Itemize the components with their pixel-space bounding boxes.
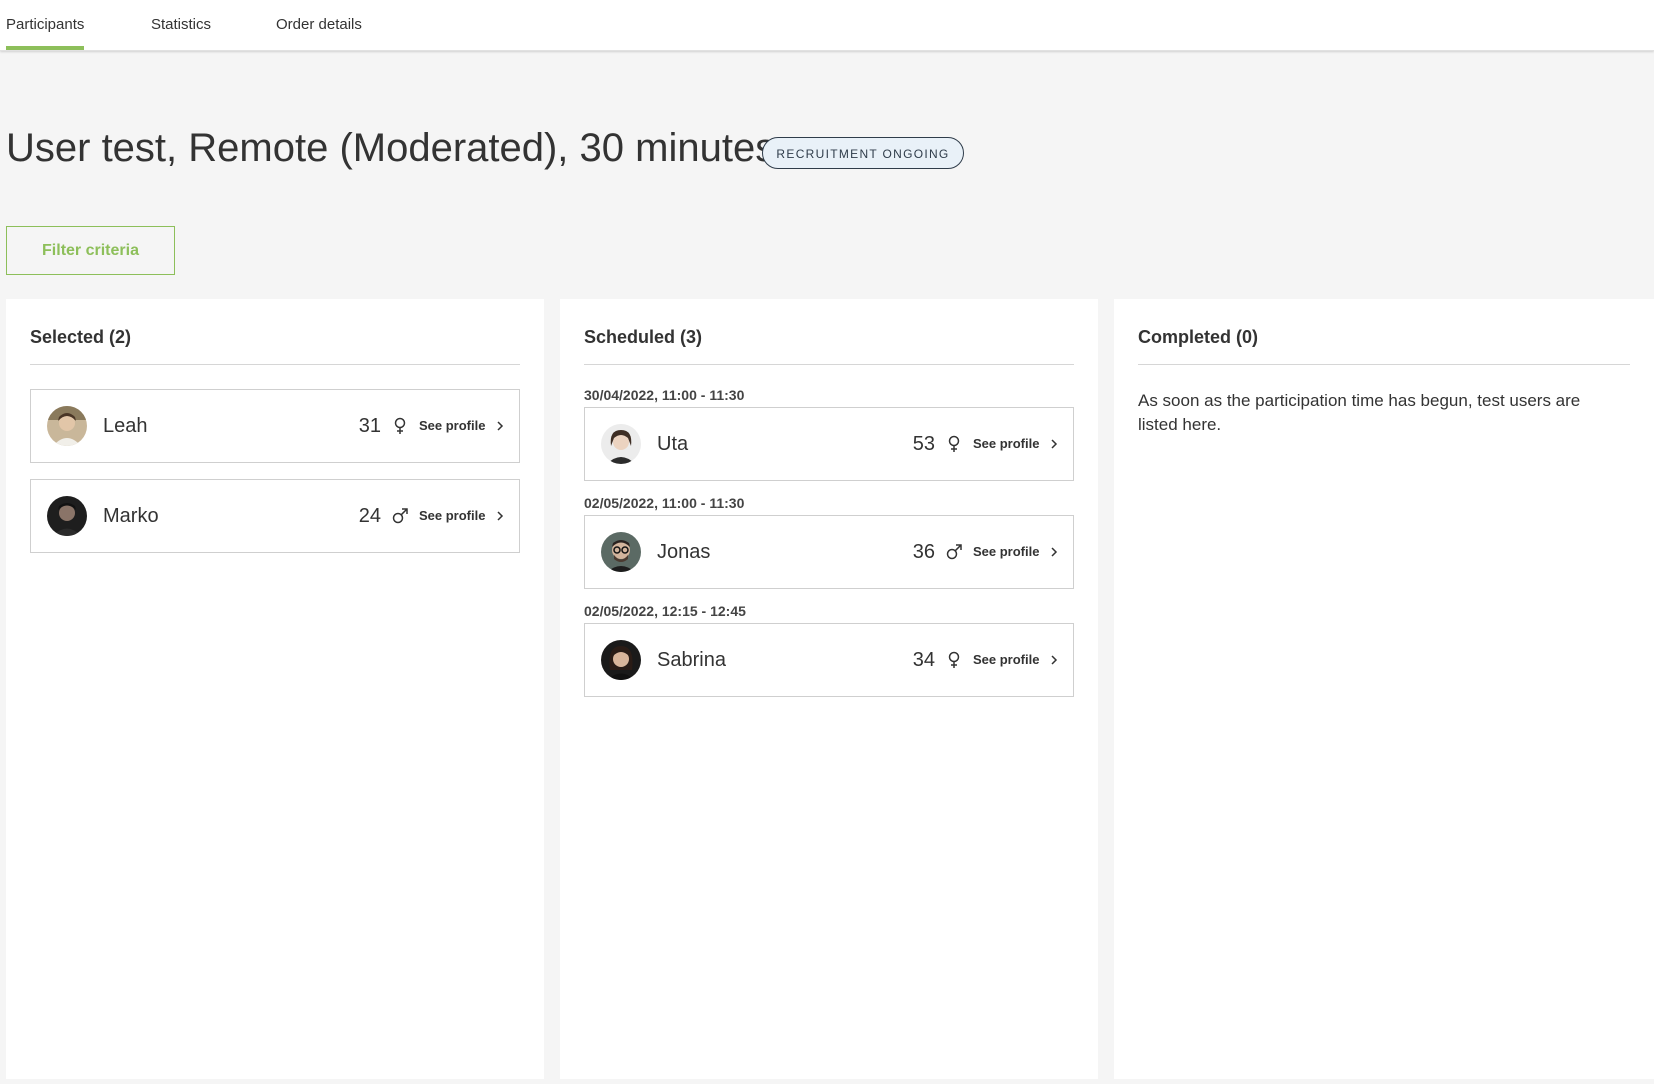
empty-state-message: As soon as the participation time has be… bbox=[1138, 391, 1581, 434]
participant-age: 53 bbox=[912, 433, 935, 455]
filter-criteria-button[interactable]: Filter criteria bbox=[6, 226, 175, 275]
see-profile-link[interactable]: See profile bbox=[973, 624, 1039, 696]
female-icon bbox=[394, 417, 406, 434]
participant-card-leah[interactable]: Leah 31 See profile bbox=[30, 389, 520, 463]
column-header-selected: Selected (2) bbox=[30, 327, 132, 347]
male-icon bbox=[946, 544, 962, 560]
female-icon bbox=[948, 435, 960, 452]
see-profile-link[interactable]: See profile bbox=[419, 390, 485, 462]
participant-card-marko[interactable]: Marko 24 See profile bbox=[30, 479, 520, 553]
divider bbox=[30, 364, 520, 365]
participant-name: Marko bbox=[103, 505, 159, 527]
column-header-scheduled: Scheduled (3) bbox=[584, 327, 703, 347]
female-icon bbox=[948, 651, 960, 668]
chevron-right-icon bbox=[1051, 439, 1058, 449]
male-icon bbox=[392, 508, 408, 524]
slot-time: 02/05/2022, 12:15 - 12:45 bbox=[584, 603, 746, 619]
slot-time: 30/04/2022, 11:00 - 11:30 bbox=[584, 387, 745, 403]
avatar bbox=[601, 424, 641, 464]
status-badge: RECRUITMENT ONGOING bbox=[762, 137, 964, 169]
column-completed: Completed (0) As soon as the participati… bbox=[1114, 299, 1654, 1079]
see-profile-link[interactable]: See profile bbox=[419, 480, 485, 552]
column-selected: Selected (2) Leah 31 See profile Marko 2… bbox=[6, 299, 544, 1079]
chevron-right-icon bbox=[497, 421, 504, 431]
participant-name: Jonas bbox=[657, 541, 711, 563]
participant-age: 34 bbox=[912, 649, 935, 671]
participant-age: 36 bbox=[912, 541, 935, 563]
tab-participants[interactable]: Participants bbox=[6, 0, 85, 50]
slot-time: 02/05/2022, 11:00 - 11:30 bbox=[584, 495, 745, 511]
divider bbox=[584, 364, 1074, 365]
avatar bbox=[47, 496, 87, 536]
column-header-completed: Completed (0) bbox=[1138, 327, 1259, 347]
page-title: User test, Remote (Moderated), 30 minute… bbox=[6, 126, 776, 170]
top-nav: Participants Statistics Order details bbox=[0, 0, 1654, 51]
participant-card-jonas[interactable]: Jonas 36 See profile bbox=[584, 515, 1074, 589]
divider bbox=[1138, 364, 1630, 365]
chevron-right-icon bbox=[1051, 655, 1058, 665]
tab-order-details[interactable]: Order details bbox=[276, 0, 362, 50]
chevron-right-icon bbox=[497, 511, 504, 521]
see-profile-link[interactable]: See profile bbox=[973, 516, 1039, 588]
avatar bbox=[601, 640, 641, 680]
column-scheduled: Scheduled (3) 30/04/2022, 11:00 - 11:30 … bbox=[560, 299, 1098, 1079]
participant-card-uta[interactable]: Uta 53 See profile bbox=[584, 407, 1074, 481]
tab-statistics[interactable]: Statistics bbox=[151, 0, 211, 50]
participant-name: Leah bbox=[103, 415, 148, 437]
avatar bbox=[47, 406, 87, 446]
participant-age: 24 bbox=[358, 505, 381, 527]
chevron-right-icon bbox=[1051, 547, 1058, 557]
see-profile-link[interactable]: See profile bbox=[973, 408, 1039, 480]
participant-name: Uta bbox=[657, 433, 689, 455]
participant-age: 31 bbox=[358, 415, 381, 437]
participant-card-sabrina[interactable]: Sabrina 34 See profile bbox=[584, 623, 1074, 697]
participant-name: Sabrina bbox=[657, 649, 726, 671]
avatar bbox=[601, 532, 641, 572]
